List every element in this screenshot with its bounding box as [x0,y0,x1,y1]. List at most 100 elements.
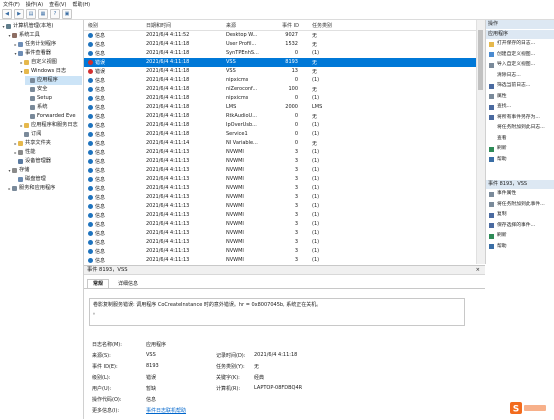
event-row[interactable]: 信息 2021/6/4 4:11:13 NVWMI 3 (1) [84,220,476,229]
tree-item[interactable]: ▾ 事件查看器 [13,49,82,58]
action-item[interactable]: 将任务附加到此日志... [486,124,554,132]
menu-view[interactable]: 查看(V) [46,1,69,8]
event-row[interactable]: 信息 2021/6/4 4:11:13 NVWMI 3 (1) [84,229,476,238]
col-event-id[interactable]: 事件 ID [282,22,299,29]
action-item[interactable]: 保存选择的事件... [486,222,554,230]
action-item[interactable]: 将所有事件另存为... [486,114,554,122]
event-row[interactable]: 信息 2021/6/4 4:11:13 NVWMI 3 (1) [84,157,476,166]
event-row[interactable]: 信息 2021/6/4 4:11:14 NI Variable... 0 无 [84,139,476,148]
folder-icon [12,168,17,173]
tree-item[interactable]: ▾ 存储 [7,166,82,175]
action-item[interactable]: 帮助 [486,156,554,164]
tree-item[interactable]: 磁盘管理 [13,175,82,184]
action-item[interactable]: 创建自定义视图... [486,51,554,59]
menu-help[interactable]: 帮助(H) [69,1,93,8]
action-label: 事件属性 [497,191,517,196]
event-row[interactable]: 错误 2021/6/4 4:11:18 VSS 13 无 [84,67,476,76]
event-row[interactable]: 信息 2021/6/4 4:11:18 nipxicms 0 (1) [84,94,476,103]
tree-item[interactable]: ▸ 自定义视图 [19,58,82,67]
event-row[interactable]: 信息 2021/6/4 4:11:18 nipxicms 0 (1) [84,76,476,85]
action-item[interactable]: 查找... [486,103,554,111]
event-row[interactable]: 信息 2021/6/4 4:11:13 NVWMI 3 (1) [84,148,476,157]
action-item[interactable]: 筛选当前日志... [486,82,554,90]
event-row[interactable]: 信息 2021/6/4 4:11:18 niZeroconf... 100 无 [84,85,476,94]
back-icon[interactable]: ◀ [2,8,12,19]
event-row[interactable]: 信息 2021/6/4 4:11:18 SynTPEnhS... 0 (1) [84,49,476,58]
action-item[interactable]: 查看 [486,135,554,143]
event-row[interactable]: 信息 2021/6/4 4:11:13 NVWMI 3 (1) [84,175,476,184]
tree-item[interactable]: 应用程序 [25,76,82,85]
tree-item[interactable]: ▸ 任务计划程序 [13,40,82,49]
up-folder-icon[interactable]: ▤ [26,8,36,19]
tree-item[interactable]: ▸ 共享文件夹 [13,139,82,148]
cell-task: (1) [312,95,320,101]
tree-item[interactable]: ▾ 系统工具 [7,31,82,40]
tree-item[interactable]: 设备管理器 [13,157,82,166]
event-row[interactable]: 信息 2021/6/4 4:11:18 RtkAudioU... 0 无 [84,112,476,121]
more-info-link[interactable]: 事件日志联机帮助 [146,407,186,414]
action-item[interactable]: 将任务附加到此事件... [486,201,554,209]
menu-action[interactable]: 操作(A) [23,1,46,8]
properties-icon[interactable]: ▣ [62,8,72,19]
cell-datetime: 2021/6/4 4:11:13 [146,167,190,173]
forward-icon[interactable]: ▶ [14,8,24,19]
event-row[interactable]: 信息 2021/6/4 4:11:13 NVWMI 3 (1) [84,202,476,211]
col-source[interactable]: 来源 [226,22,236,29]
cell-level: 信息 [95,240,106,246]
action-item[interactable]: 打开保存的日志... [486,40,554,48]
event-row[interactable]: 信息 2021/6/4 4:11:13 NVWMI 3 (1) [84,193,476,202]
tree-item[interactable]: 订阅 [19,130,82,139]
event-row[interactable]: 信息 2021/6/4 4:11:13 NVWMI 3 (1) [84,256,476,264]
tree-item[interactable]: ▾ Windows 日志 [19,67,82,76]
tab-general[interactable]: 常规 [87,279,110,288]
opcode-label: 操作代码(O): [92,397,122,403]
event-row[interactable]: 信息 2021/6/4 4:11:18 LMS 2000 LMS [84,103,476,112]
event-row[interactable]: 信息 2021/6/4 4:11:18 User Profil... 1532 无 [84,40,476,49]
action-item[interactable]: 刷新 [486,232,554,240]
tree-item[interactable]: 安全 [25,85,82,94]
event-row[interactable]: 错误 2021/6/4 4:11:18 VSS 8193 无 [84,58,476,67]
col-datetime[interactable]: 日期和时间 [146,22,171,29]
event-row[interactable]: 信息 2021/6/4 4:11:13 NVWMI 3 (1) [84,184,476,193]
action-item[interactable]: 复制 [486,211,554,219]
cell-level: 信息 [95,78,106,84]
action-item[interactable]: 刷新 [486,145,554,153]
event-message[interactable]: 卷影复制服务错误: 调用程序 CoCreateInstance 时的意外错误。h… [89,298,465,326]
tree-item[interactable]: ▸ 服务和应用程序 [7,184,82,193]
tree-item[interactable]: Forwarded Eve [25,112,82,121]
event-row[interactable]: 信息 2021/6/4 4:11:18 Service1 0 (1) [84,130,476,139]
tree-item[interactable]: ▾ 计算机管理(本地) [1,22,82,31]
show-tree-icon[interactable]: ▦ [38,8,48,19]
close-icon[interactable]: × [476,266,480,275]
scrollbar-thumb[interactable] [478,30,483,90]
menu-file[interactable]: 文件(F) [0,1,23,8]
action-icon [489,125,494,131]
cell-event-id: 3 [294,230,298,236]
event-row[interactable]: 信息 2021/6/4 4:11:13 NVWMI 3 (1) [84,247,476,256]
event-row[interactable]: 信息 2021/6/4 4:11:18 IpOverUsb... 0 (1) [84,121,476,130]
list-scrollbar[interactable] [476,20,485,264]
action-item[interactable]: 清除日志... [486,72,554,80]
tree-item[interactable]: Setup [25,94,82,103]
action-item[interactable]: 属性 [486,93,554,101]
recorded-value: 2021/6/4 4:11:18 [254,352,298,358]
tree-item[interactable]: ▸ 性能 [13,148,82,157]
col-level[interactable]: 级别 [88,22,98,29]
tree-item-label: Setup [37,95,53,101]
tab-details[interactable]: 详细信息 [112,279,144,288]
detail-title: 事件 8193，VSS [87,267,128,273]
event-row[interactable]: 信息 2021/6/4 4:11:13 NVWMI 3 (1) [84,166,476,175]
action-item[interactable]: 帮助 [486,243,554,251]
action-item[interactable]: 导入自定义视图... [486,61,554,69]
event-row[interactable]: 信息 2021/6/4 4:11:52 Desktop W... 9027 无 [84,31,476,40]
action-label: 将任务附加到此事件... [497,201,545,207]
cell-level: 信息 [95,141,106,147]
action-item[interactable]: 事件属性 [486,190,554,198]
col-task-category[interactable]: 任务类别 [312,22,332,29]
event-row[interactable]: 信息 2021/6/4 4:11:13 NVWMI 3 (1) [84,211,476,220]
tree-item[interactable]: 系统 [25,103,82,112]
help-icon[interactable]: ? [50,8,60,19]
cell-source: NVWMI [226,221,244,227]
event-row[interactable]: 信息 2021/6/4 4:11:13 NVWMI 3 (1) [84,238,476,247]
tree-item[interactable]: ▸ 应用程序和服务日志 [19,121,82,130]
